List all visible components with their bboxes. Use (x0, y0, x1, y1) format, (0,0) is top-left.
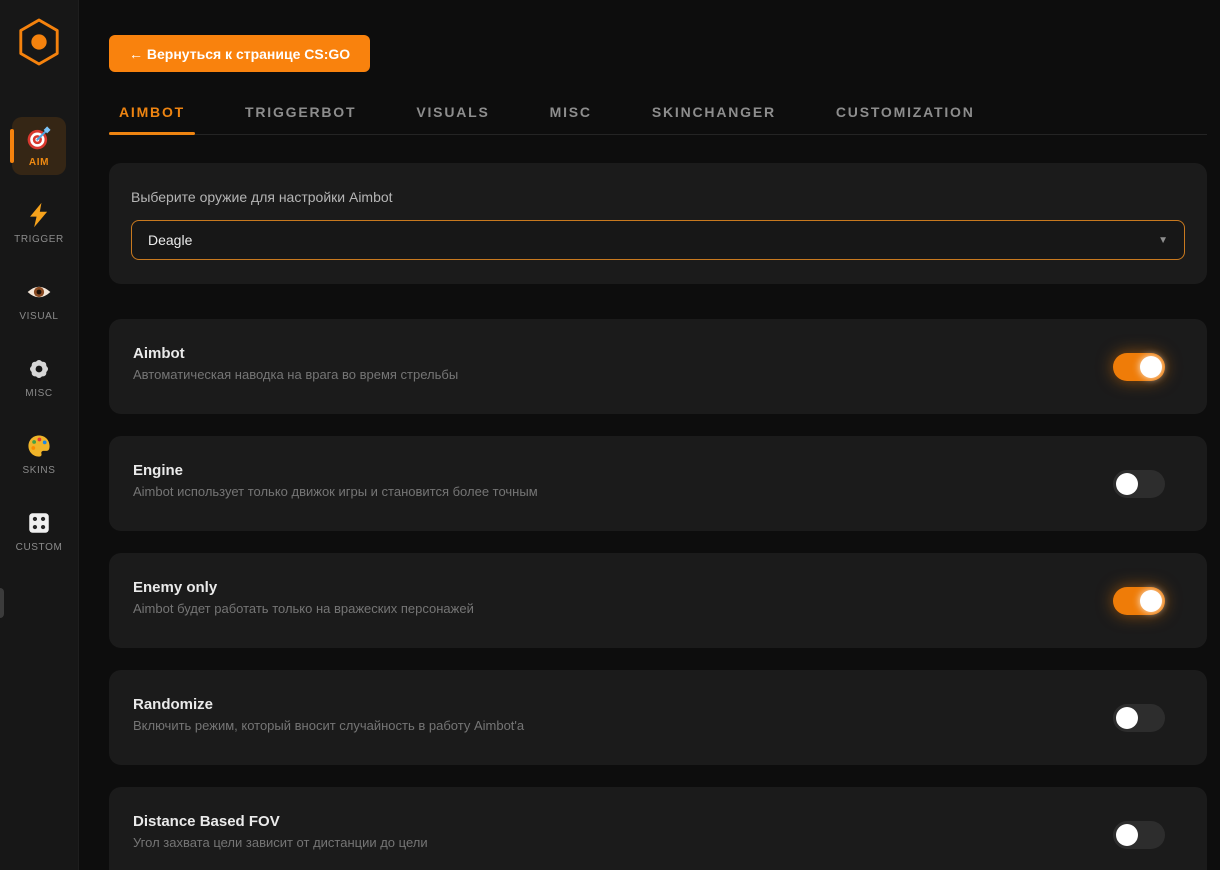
toggle-distance-fov[interactable] (1113, 821, 1165, 849)
main-content: ← Вернуться к странице CS:GO AIMBOT TRIG… (79, 0, 1220, 870)
sidebar-item-visual[interactable]: VISUAL (12, 271, 66, 329)
tab-aimbot[interactable]: AIMBOT (109, 96, 195, 134)
weapon-select-value: Deagle (148, 232, 192, 248)
setting-title: Aimbot (133, 345, 1113, 362)
setting-card-randomize: Randomize Включить режим, который вносит… (109, 670, 1207, 765)
tab-visuals[interactable]: VISUALS (406, 96, 499, 134)
setting-description: Aimbot будет работать только на вражески… (133, 601, 1113, 616)
sidebar-item-label: VISUAL (19, 311, 58, 322)
hexagon-logo-icon (16, 16, 62, 68)
tab-customization[interactable]: CUSTOMIZATION (826, 96, 985, 134)
sidebar-item-aim[interactable]: AIM (12, 117, 66, 175)
sidebar: AIM TRIGGER VISUAL (0, 0, 79, 870)
sidebar-item-label: CUSTOM (16, 542, 63, 553)
lightning-icon (26, 202, 52, 228)
setting-text: Distance Based FOV Угол захвата цели зав… (133, 813, 1113, 850)
tab-misc[interactable]: MISC (540, 96, 602, 134)
toggle-aimbot[interactable] (1113, 353, 1165, 381)
toggle-knob (1116, 707, 1138, 729)
toggle-randomize[interactable] (1113, 704, 1165, 732)
toggle-enemy-only[interactable] (1113, 587, 1165, 615)
toggle-knob (1116, 473, 1138, 495)
sidebar-item-label: AIM (29, 157, 49, 168)
toggle-knob (1140, 356, 1162, 378)
setting-title: Distance Based FOV (133, 813, 1113, 830)
sidebar-item-skins[interactable]: SKINS (12, 425, 66, 483)
sidebar-item-misc[interactable]: MISC (12, 348, 66, 406)
sidebar-item-custom[interactable]: CUSTOM (12, 502, 66, 560)
setting-text: Aimbot Автоматическая наводка на врага в… (133, 345, 1113, 382)
setting-description: Угол захвата цели зависит от дистанции д… (133, 835, 1113, 850)
sidebar-item-label: MISC (25, 388, 52, 399)
chevron-down-icon: ▼ (1158, 235, 1168, 246)
weapon-select-dropdown[interactable]: Deagle ▼ (131, 220, 1185, 260)
setting-text: Engine Aimbot использует только движок и… (133, 462, 1113, 499)
setting-title: Enemy only (133, 579, 1113, 596)
drawer-handle (0, 588, 4, 618)
toggle-engine[interactable] (1113, 470, 1165, 498)
target-icon (26, 125, 52, 151)
tab-bar: AIMBOT TRIGGERBOT VISUALS MISC SKINCHANG… (109, 96, 1207, 135)
setting-card-engine: Engine Aimbot использует только движок и… (109, 436, 1207, 531)
weapon-select-label: Выберите оружие для настройки Aimbot (131, 189, 1185, 205)
setting-text: Randomize Включить режим, который вносит… (133, 696, 1113, 733)
gear-icon (26, 356, 52, 382)
setting-title: Randomize (133, 696, 1113, 713)
setting-card-aimbot: Aimbot Автоматическая наводка на врага в… (109, 319, 1207, 414)
dice-icon (26, 510, 52, 536)
setting-card-enemy-only: Enemy only Aimbot будет работать только … (109, 553, 1207, 648)
setting-description: Aimbot использует только движок игры и с… (133, 484, 1113, 499)
setting-text: Enemy only Aimbot будет работать только … (133, 579, 1113, 616)
sidebar-item-label: TRIGGER (14, 234, 64, 245)
hexagon-logo[interactable] (16, 16, 62, 73)
setting-title: Engine (133, 462, 1113, 479)
app-window: AIM TRIGGER VISUAL (0, 0, 1220, 870)
sidebar-item-trigger[interactable]: TRIGGER (12, 194, 66, 252)
toggle-knob (1116, 824, 1138, 846)
tab-triggerbot[interactable]: TRIGGERBOT (235, 96, 366, 134)
back-to-csgo-button[interactable]: ← Вернуться к странице CS:GO (109, 35, 370, 72)
tab-skinchanger[interactable]: SKINCHANGER (642, 96, 786, 134)
setting-card-distance-fov: Distance Based FOV Угол захвата цели зав… (109, 787, 1207, 870)
eye-icon (26, 279, 52, 305)
sidebar-item-label: SKINS (22, 465, 55, 476)
palette-icon (26, 433, 52, 459)
toggle-knob (1140, 590, 1162, 612)
weapon-select-card: Выберите оружие для настройки Aimbot Dea… (109, 163, 1207, 284)
setting-description: Автоматическая наводка на врага во время… (133, 367, 1113, 382)
setting-description: Включить режим, который вносит случайнос… (133, 718, 1113, 733)
